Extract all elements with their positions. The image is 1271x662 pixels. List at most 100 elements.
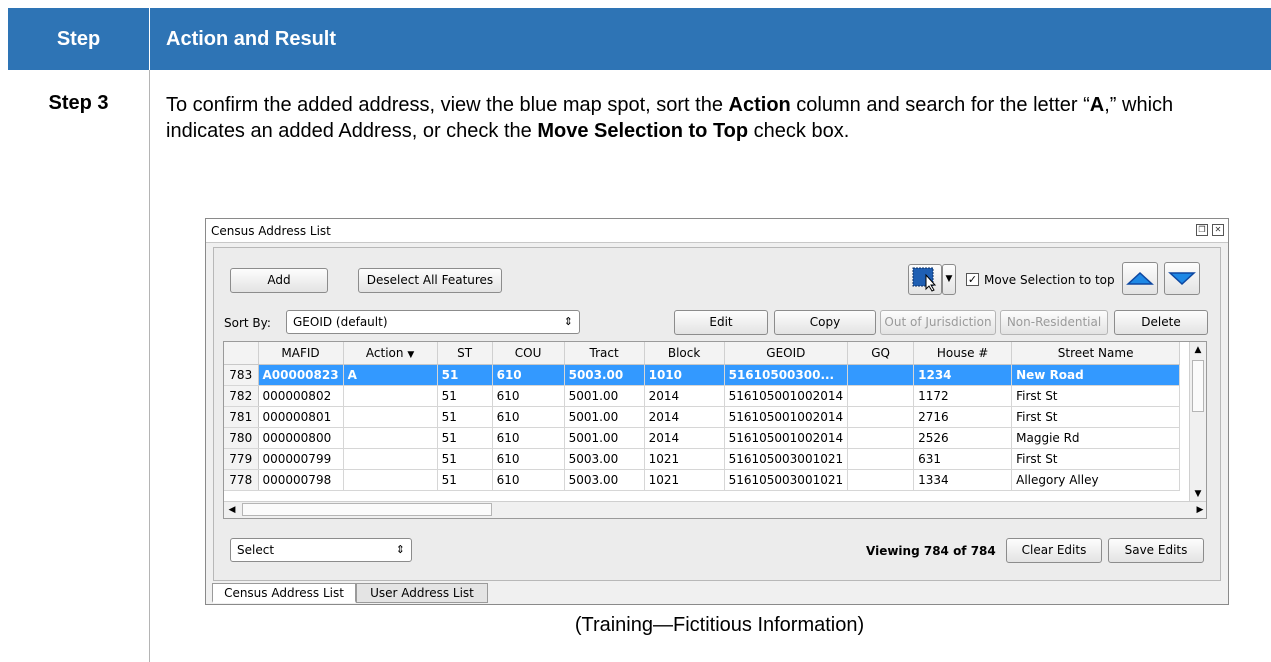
- save-edits-button[interactable]: Save Edits: [1108, 538, 1204, 563]
- cell-cou[interactable]: 610: [492, 448, 565, 470]
- cell-geoid[interactable]: 516105001002014: [724, 406, 849, 428]
- deselect-all-features-button[interactable]: Deselect All Features: [358, 268, 502, 293]
- cell-house-number[interactable]: 2526: [913, 427, 1013, 449]
- vertical-scroll-thumb[interactable]: [1192, 360, 1204, 412]
- tab-user-address-list[interactable]: User Address List: [356, 583, 488, 603]
- cell-action[interactable]: [343, 406, 438, 428]
- horizontal-scrollbar[interactable]: ◀ ▶: [224, 501, 1206, 518]
- cell-house-number[interactable]: 1234: [913, 364, 1013, 386]
- scroll-down-icon[interactable]: ▼: [1190, 486, 1206, 502]
- table-row[interactable]: 779 000000799 51 610 5003.00 1021 516105…: [224, 448, 1181, 470]
- cell-geoid[interactable]: 516105003001021: [724, 469, 849, 491]
- column-header-st[interactable]: ST: [437, 342, 493, 365]
- cell-tract[interactable]: 5003.00: [564, 469, 645, 491]
- restore-icon[interactable]: ❐: [1196, 224, 1208, 236]
- sort-by-select[interactable]: GEOID (default) ⇕: [286, 310, 580, 334]
- cell-mafid[interactable]: 000000799: [258, 448, 344, 470]
- cell-action[interactable]: [343, 427, 438, 449]
- cell-house-number[interactable]: 1334: [913, 469, 1013, 491]
- non-residential-button[interactable]: Non-Residential: [1000, 310, 1108, 335]
- selection-tool-dropdown[interactable]: ▼: [942, 264, 956, 295]
- column-header-house-number[interactable]: House #: [913, 342, 1013, 365]
- cell-tract[interactable]: 5003.00: [564, 364, 645, 386]
- column-header-geoid[interactable]: GEOID: [724, 342, 849, 365]
- cell-street-name[interactable]: First St: [1011, 406, 1181, 428]
- cell-cou[interactable]: 610: [492, 427, 565, 449]
- cell-mafid[interactable]: 000000798: [258, 469, 344, 491]
- select-tool-dropdown[interactable]: Select ⇕: [230, 538, 412, 562]
- horizontal-scroll-thumb[interactable]: [242, 503, 492, 516]
- copy-button[interactable]: Copy: [774, 310, 876, 335]
- column-header-cou[interactable]: COU: [492, 342, 565, 365]
- cell-street-name[interactable]: New Road: [1011, 364, 1181, 386]
- move-selection-checkbox[interactable]: ✓: [966, 273, 979, 286]
- cell-cou[interactable]: 610: [492, 406, 565, 428]
- cell-st[interactable]: 51: [437, 406, 493, 428]
- cell-tract[interactable]: 5001.00: [564, 406, 645, 428]
- cell-geoid[interactable]: 516105001002014: [724, 385, 849, 407]
- cell-st[interactable]: 51: [437, 385, 493, 407]
- cell-geoid[interactable]: 516105003001021: [724, 448, 849, 470]
- vertical-scrollbar[interactable]: ▲ ▼: [1189, 342, 1206, 502]
- cell-cou[interactable]: 610: [492, 364, 565, 386]
- cell-tract[interactable]: 5001.00: [564, 427, 645, 449]
- cell-street-name[interactable]: Allegory Alley: [1011, 469, 1181, 491]
- cell-action[interactable]: A: [343, 364, 438, 386]
- cell-st[interactable]: 51: [437, 469, 493, 491]
- column-header-action[interactable]: Action ▼: [343, 342, 438, 365]
- scroll-right-icon[interactable]: ▶: [1192, 502, 1206, 518]
- cell-action[interactable]: [343, 385, 438, 407]
- cell-st[interactable]: 51: [437, 448, 493, 470]
- cell-gq[interactable]: [847, 406, 915, 428]
- cell-house-number[interactable]: 1172: [913, 385, 1013, 407]
- cell-st[interactable]: 51: [437, 364, 493, 386]
- cell-action[interactable]: [343, 448, 438, 470]
- table-row[interactable]: 778 000000798 51 610 5003.00 1021 516105…: [224, 469, 1181, 491]
- table-row[interactable]: 780 000000800 51 610 5001.00 2014 516105…: [224, 427, 1181, 449]
- cell-house-number[interactable]: 2716: [913, 406, 1013, 428]
- cell-gq[interactable]: [847, 448, 915, 470]
- cell-gq[interactable]: [847, 385, 915, 407]
- cell-cou[interactable]: 610: [492, 469, 565, 491]
- close-icon[interactable]: ✕: [1212, 224, 1224, 236]
- cell-block[interactable]: 2014: [644, 427, 725, 449]
- out-of-jurisdiction-button[interactable]: Out of Jurisdiction: [880, 310, 996, 335]
- column-header-block[interactable]: Block: [644, 342, 725, 365]
- cell-block[interactable]: 1021: [644, 448, 725, 470]
- cell-block[interactable]: 1021: [644, 469, 725, 491]
- cell-street-name[interactable]: First St: [1011, 448, 1181, 470]
- column-header-tract[interactable]: Tract: [564, 342, 645, 365]
- table-row[interactable]: 782 000000802 51 610 5001.00 2014 516105…: [224, 385, 1181, 407]
- cell-cou[interactable]: 610: [492, 385, 565, 407]
- scroll-left-icon[interactable]: ◀: [224, 502, 240, 518]
- table-row[interactable]: 781 000000801 51 610 5001.00 2014 516105…: [224, 406, 1181, 428]
- cell-mafid[interactable]: 000000801: [258, 406, 344, 428]
- cell-block[interactable]: 2014: [644, 406, 725, 428]
- cell-gq[interactable]: [847, 469, 915, 491]
- table-row[interactable]: 783 A00000823 A 51 610 5003.00 1010 5161…: [224, 364, 1181, 386]
- cell-geoid[interactable]: 516105001002014: [724, 427, 849, 449]
- column-header-gq[interactable]: GQ: [847, 342, 915, 365]
- clear-edits-button[interactable]: Clear Edits: [1006, 538, 1102, 563]
- cell-mafid[interactable]: 000000800: [258, 427, 344, 449]
- move-up-button[interactable]: [1122, 262, 1158, 295]
- cell-tract[interactable]: 5001.00: [564, 385, 645, 407]
- cell-mafid[interactable]: A00000823: [258, 364, 344, 386]
- tab-census-address-list[interactable]: Census Address List: [212, 583, 356, 603]
- cell-block[interactable]: 1010: [644, 364, 725, 386]
- selection-tool-button[interactable]: [908, 264, 942, 295]
- move-down-button[interactable]: [1164, 262, 1200, 295]
- cell-st[interactable]: 51: [437, 427, 493, 449]
- cell-house-number[interactable]: 631: [913, 448, 1013, 470]
- scroll-up-icon[interactable]: ▲: [1190, 342, 1206, 358]
- column-header-street-name[interactable]: Street Name: [1011, 342, 1181, 365]
- cell-tract[interactable]: 5003.00: [564, 448, 645, 470]
- edit-button[interactable]: Edit: [674, 310, 768, 335]
- cell-street-name[interactable]: First St: [1011, 385, 1181, 407]
- delete-button[interactable]: Delete: [1114, 310, 1208, 335]
- cell-gq[interactable]: [847, 427, 915, 449]
- cell-action[interactable]: [343, 469, 438, 491]
- cell-block[interactable]: 2014: [644, 385, 725, 407]
- cell-mafid[interactable]: 000000802: [258, 385, 344, 407]
- column-header-mafid[interactable]: MAFID: [258, 342, 344, 365]
